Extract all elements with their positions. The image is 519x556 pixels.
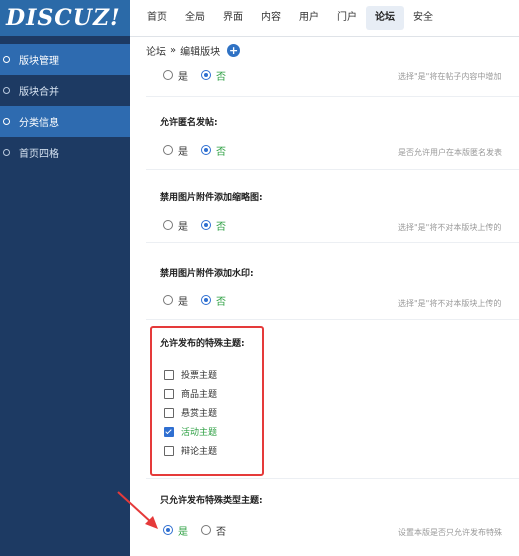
tab-global[interactable]: 全局 [176, 6, 214, 30]
radio-no-label: 否 [216, 526, 226, 538]
radio-yes-label: 是 [178, 146, 188, 158]
setting-label: 禁用图片附件添加水印: [160, 269, 254, 279]
radio-no-label: 否 [216, 146, 226, 158]
bullet-icon [3, 118, 10, 125]
setting-label: 禁用图片附件添加缩略图: [160, 193, 263, 203]
setting-row-no-thumbnail: 禁用图片附件添加缩略图: 是 否 选择"是"将不对本版块上传的 [146, 170, 519, 243]
tab-portal[interactable]: 门户 [328, 6, 366, 30]
setting-row-truncated: 是 否 选择"是"将在帖子内容中增加 [146, 62, 519, 97]
discuz-logo: DISCUZ! [0, 0, 130, 36]
setting-hint: 选择"是"将不对本版块上传的 [398, 223, 502, 232]
radio-yes[interactable] [163, 145, 173, 155]
setting-label: 只允许发布特殊类型主题: [160, 496, 263, 506]
tab-security[interactable]: 安全 [404, 6, 442, 30]
tab-interface[interactable]: 界面 [214, 6, 252, 30]
sidebar-item-label: 首页四格 [19, 149, 59, 160]
radio-no-label: 否 [216, 71, 226, 83]
highlight-box [150, 326, 264, 476]
bullet-icon [3, 56, 10, 63]
radio-no-label: 否 [216, 221, 226, 233]
setting-row-no-watermark: 禁用图片附件添加水印: 是 否 选择"是"将不对本版块上传的 [146, 243, 519, 320]
plus-icon[interactable]: + [227, 43, 241, 57]
sidebar-item-label: 版块管理 [19, 56, 59, 67]
radio-no[interactable] [201, 525, 211, 535]
setting-hint: 选择"是"将在帖子内容中增加 [398, 72, 502, 81]
radio-no[interactable] [201, 295, 211, 305]
settings-panel: 是 否 选择"是"将在帖子内容中增加 允许匿名发帖: 是 否 是否允许用户在本版… [146, 62, 519, 556]
setting-row-only-special: 只允许发布特殊类型主题: 是 否 设置本版是否只允许发布特殊 [146, 479, 519, 556]
setting-row-anonymous: 允许匿名发帖: 是 否 是否允许用户在本版匿名发表 [146, 97, 519, 170]
radio-no[interactable] [201, 70, 211, 80]
sidebar-item-category-info[interactable]: 分类信息 [0, 106, 130, 137]
bullet-icon [3, 87, 10, 94]
breadcrumb: 论坛 » 编辑版块 + [146, 41, 241, 59]
tab-users[interactable]: 用户 [290, 6, 328, 30]
tab-content[interactable]: 内容 [252, 6, 290, 30]
setting-hint: 设置本版是否只允许发布特殊 [398, 528, 502, 537]
setting-label: 允许匿名发帖: [160, 118, 218, 128]
top-nav: 首页 全局 界面 内容 用户 门户 论坛 安全 [130, 0, 519, 37]
radio-no[interactable] [201, 220, 211, 230]
breadcrumb-separator: » [170, 44, 177, 56]
sidebar-item-home-grid[interactable]: 首页四格 [0, 137, 130, 168]
radio-yes[interactable] [163, 525, 173, 535]
sidebar-item-label: 分类信息 [19, 118, 59, 129]
sidebar-item-label: 版块合并 [19, 87, 59, 98]
setting-hint: 是否允许用户在本版匿名发表 [398, 148, 502, 157]
radio-yes-label: 是 [178, 296, 188, 308]
tab-home[interactable]: 首页 [138, 6, 176, 30]
sidebar: DISCUZ! 版块管理 版块合并 分类信息 首页四格 [0, 0, 130, 556]
radio-yes[interactable] [163, 220, 173, 230]
sidebar-item-forum-manage[interactable]: 版块管理 [0, 44, 130, 75]
radio-yes-label: 是 [178, 221, 188, 233]
radio-yes[interactable] [163, 70, 173, 80]
radio-no-label: 否 [216, 296, 226, 308]
radio-yes-label: 是 [178, 526, 188, 538]
breadcrumb-current: 编辑版块 [180, 46, 221, 58]
radio-no[interactable] [201, 145, 211, 155]
radio-yes-label: 是 [178, 71, 188, 83]
sidebar-item-forum-merge[interactable]: 版块合并 [0, 75, 130, 106]
bullet-icon [3, 149, 10, 156]
setting-hint: 选择"是"将不对本版块上传的 [398, 299, 502, 308]
breadcrumb-parent[interactable]: 论坛 [146, 43, 166, 58]
radio-yes[interactable] [163, 295, 173, 305]
tab-forum[interactable]: 论坛 [366, 6, 404, 30]
